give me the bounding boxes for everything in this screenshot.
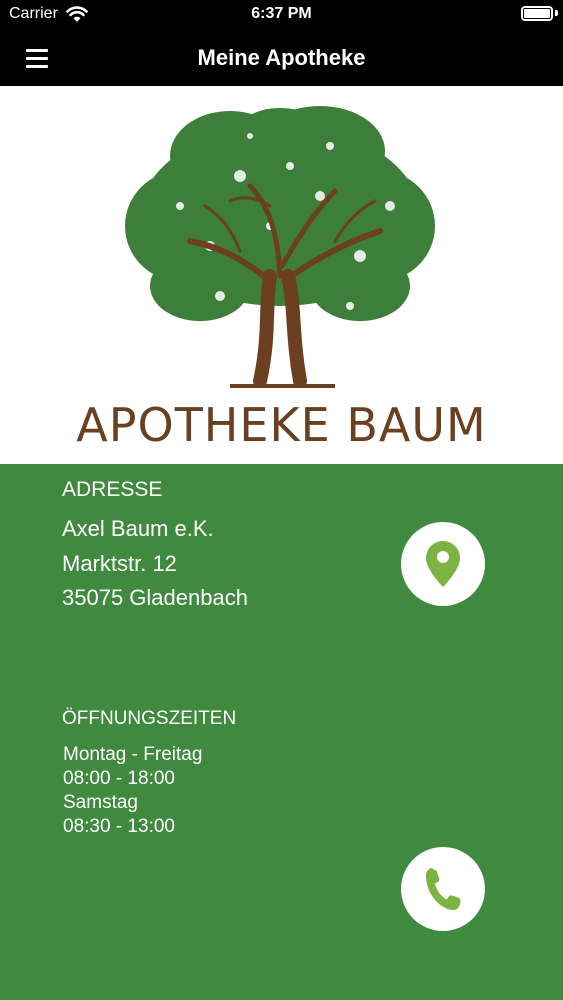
hours-line-saturday-time: 08:30 - 13:00 — [63, 816, 175, 837]
phone-icon — [426, 868, 461, 911]
battery-icon — [521, 6, 553, 21]
address-line-city: 35075 Gladenbach — [62, 585, 248, 610]
tree-logo-icon — [125, 106, 435, 388]
status-bar: Carrier 6:37 PM — [0, 0, 563, 30]
page-title: Meine Apotheke — [197, 45, 366, 70]
hours-line-weekday-time: 08:00 - 18:00 — [63, 768, 175, 789]
address-heading: ADRESSE — [62, 478, 163, 501]
hours-line-saturday: Samstag — [63, 792, 138, 813]
opening-hours-heading: ÖFFNUNGSZEITEN — [62, 708, 237, 729]
navigation-bar: Meine Apotheke — [0, 30, 563, 86]
pharmacy-logo: APOTHEKE BAUM — [0, 86, 563, 464]
map-pin-icon — [426, 541, 460, 587]
pharmacy-info: ADRESSE Axel Baum e.K. Marktstr. 12 3507… — [0, 464, 563, 1000]
battery-tip — [555, 10, 558, 16]
call-button[interactable] — [401, 847, 485, 931]
logo-text: APOTHEKE BAUM — [76, 398, 487, 452]
address-line-name: Axel Baum e.K. — [62, 516, 214, 541]
hours-line-weekdays: Montag - Freitag — [63, 744, 203, 765]
clock: 6:37 PM — [251, 5, 312, 22]
address-line-street: Marktstr. 12 — [62, 551, 177, 576]
map-button[interactable] — [401, 522, 485, 606]
